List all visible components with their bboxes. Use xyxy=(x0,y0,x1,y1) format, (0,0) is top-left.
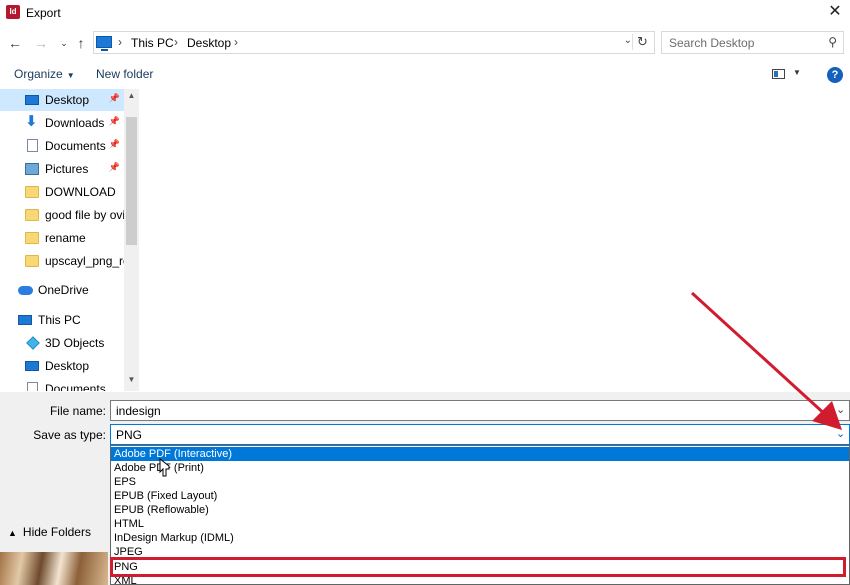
pc-icon xyxy=(96,36,112,51)
breadcrumb-desktop[interactable]: Desktop xyxy=(187,36,231,50)
nav-item-rename[interactable]: rename xyxy=(0,227,124,249)
address-dropdown-chevron-icon[interactable]: ⌄ xyxy=(624,35,632,46)
document-icon xyxy=(27,139,38,152)
desktop-icon xyxy=(25,95,39,105)
folder-icon xyxy=(25,232,39,244)
nav-pane-scrollbar[interactable]: ▲ ▼ xyxy=(124,89,139,391)
navigation-pane: Desktop 📌 ⬇ Downloads 📌 Documents 📌 Pict… xyxy=(0,89,139,391)
nav-item-downloads[interactable]: ⬇ Downloads 📌 xyxy=(0,112,124,134)
back-arrow-icon[interactable]: ← xyxy=(6,33,24,53)
chevron-up-icon: ▲ xyxy=(8,528,17,538)
window-title: Export xyxy=(26,6,61,20)
up-arrow-icon[interactable]: ↑ xyxy=(72,33,90,53)
nav-item-pictures[interactable]: Pictures 📌 xyxy=(0,158,124,180)
search-placeholder: Search Desktop xyxy=(669,36,755,50)
nav-item-desktop[interactable]: Desktop 📌 xyxy=(0,89,124,111)
forward-arrow-icon[interactable]: → xyxy=(32,33,50,53)
nav-item-label: rename xyxy=(45,231,86,245)
nav-item-pc-documents[interactable]: Documents xyxy=(0,378,124,391)
command-toolbar: Organize ▼ New folder ▼ ? xyxy=(0,62,850,88)
pin-icon: 📌 xyxy=(108,116,120,126)
nav-item-pc-desktop[interactable]: Desktop xyxy=(0,355,124,377)
nav-item-this-pc[interactable]: This PC xyxy=(0,309,124,331)
folder-icon xyxy=(25,186,39,198)
nav-item-good-file-by-ovi[interactable]: good file by ovi xyxy=(0,204,126,226)
breadcrumb-separator-icon[interactable]: › xyxy=(234,35,238,49)
nav-item-3d-objects[interactable]: 3D Objects xyxy=(0,332,124,354)
type-option-eps[interactable]: EPS xyxy=(111,475,849,489)
type-option-adobe-pdf-interactive[interactable]: Adobe PDF (Interactive) xyxy=(111,447,849,461)
nav-item-upscayl[interactable]: upscayl_png_rea xyxy=(0,250,136,272)
pin-icon: 📌 xyxy=(108,162,120,172)
view-options-caret-icon[interactable]: ▼ xyxy=(793,68,801,77)
address-bar[interactable]: › This PC › Desktop › ⌄ ↻ xyxy=(93,31,655,54)
close-icon[interactable]: ✕ xyxy=(824,1,846,23)
title-bar: Id Export ✕ xyxy=(0,0,850,26)
nav-item-label: Documents xyxy=(45,382,106,391)
scroll-down-icon[interactable]: ▼ xyxy=(124,373,139,387)
nav-item-label: Documents xyxy=(45,139,106,153)
pc-icon xyxy=(18,315,32,325)
annotation-arrow-icon xyxy=(690,291,842,430)
document-icon xyxy=(27,382,38,391)
refresh-icon[interactable]: ↻ xyxy=(632,34,650,50)
breadcrumb-this-pc[interactable]: This PC xyxy=(131,36,174,50)
organize-label: Organize xyxy=(14,67,63,81)
hide-folders-label: Hide Folders xyxy=(22,525,91,539)
nav-item-label: This PC xyxy=(38,313,81,327)
type-option-epub-fixed[interactable]: EPUB (Fixed Layout) xyxy=(111,489,849,503)
nav-item-label: OneDrive xyxy=(38,283,89,297)
download-arrow-icon: ⬇ xyxy=(25,113,38,130)
folder-icon xyxy=(25,255,39,267)
pin-icon: 📌 xyxy=(108,93,120,103)
indesign-app-icon: Id xyxy=(6,5,20,19)
search-input[interactable]: Search Desktop ⚲ xyxy=(661,31,844,54)
hide-folders-button[interactable]: ▲ Hide Folders xyxy=(8,525,91,539)
scroll-up-icon[interactable]: ▲ xyxy=(124,89,139,103)
type-option-adobe-pdf-print[interactable]: Adobe PDF (Print) xyxy=(111,461,849,475)
annotation-arrow-shaft xyxy=(690,291,830,419)
breadcrumb-separator-icon[interactable]: › xyxy=(174,35,178,49)
nav-item-label: Pictures xyxy=(45,162,89,176)
breadcrumb-separator-icon[interactable]: › xyxy=(118,35,122,49)
background-document-image xyxy=(0,552,108,585)
nav-item-label: Desktop xyxy=(45,93,90,107)
nav-item-download-folder[interactable]: DOWNLOAD xyxy=(0,181,124,203)
type-option-idml[interactable]: InDesign Markup (IDML) xyxy=(111,531,849,545)
nav-item-label: upscayl_png_rea xyxy=(45,254,137,268)
type-option-html[interactable]: HTML xyxy=(111,517,849,531)
save-as-type-label: Save as type: xyxy=(33,428,106,442)
help-icon[interactable]: ? xyxy=(827,67,843,83)
3d-objects-icon xyxy=(26,336,40,350)
pictures-icon xyxy=(25,163,39,175)
pin-icon: 📌 xyxy=(108,139,120,149)
new-folder-button[interactable]: New folder xyxy=(96,67,153,81)
nav-item-onedrive[interactable]: OneDrive xyxy=(0,279,124,301)
organize-caret-icon: ▼ xyxy=(66,71,75,80)
nav-item-label: 3D Objects xyxy=(45,336,105,350)
type-option-epub-reflowable[interactable]: EPUB (Reflowable) xyxy=(111,503,849,517)
nav-item-label: good file by ovi xyxy=(45,208,126,222)
search-icon: ⚲ xyxy=(828,35,837,49)
desktop-icon xyxy=(25,361,39,371)
recent-locations-chevron-icon[interactable]: ⌄ xyxy=(55,33,73,53)
nav-item-documents[interactable]: Documents 📌 xyxy=(0,135,124,157)
address-row: ← → ⌄ ↑ › This PC › Desktop › ⌄ ↻ Search… xyxy=(0,30,850,56)
mouse-cursor-icon xyxy=(159,458,170,477)
scrollbar-thumb[interactable] xyxy=(126,117,137,245)
nav-item-label: Downloads xyxy=(45,116,105,130)
nav-item-label: DOWNLOAD xyxy=(45,185,116,199)
file-name-label: File name: xyxy=(49,404,106,418)
change-view-icon[interactable] xyxy=(772,69,785,79)
cloud-icon xyxy=(18,286,33,295)
nav-item-label: Desktop xyxy=(45,359,90,373)
png-annotation-box xyxy=(110,557,846,577)
folder-icon xyxy=(25,209,39,221)
cursor-shape xyxy=(159,458,170,477)
organize-button[interactable]: Organize ▼ xyxy=(14,67,75,81)
